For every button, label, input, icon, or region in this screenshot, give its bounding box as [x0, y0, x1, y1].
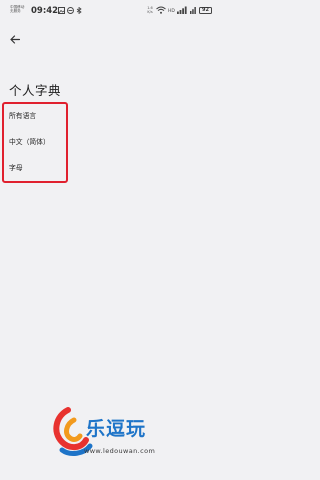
watermark-url: www.ledouwan.com: [84, 447, 156, 455]
back-arrow-icon: [10, 34, 20, 44]
svg-text:HD: HD: [168, 8, 175, 14]
hd-icon: HD: [168, 8, 175, 14]
carrier-status: 无服务: [10, 9, 21, 14]
page-title: 个人字典: [9, 83, 62, 98]
network-speed: 1.6 K/s: [146, 6, 154, 14]
status-time: 09:42: [31, 6, 59, 16]
speed-unit: K/s: [147, 10, 153, 14]
image-icon: [58, 7, 65, 14]
battery-icon: 92: [199, 6, 212, 14]
signal-icon: [177, 6, 187, 14]
carrier-info: 中国移动 无服务: [10, 5, 24, 14]
notification-icons: [58, 7, 82, 14]
dnd-icon: [67, 7, 74, 14]
watermark-brand: 乐逗玩: [86, 418, 147, 440]
signal-2-icon: [190, 7, 196, 14]
status-bar: 中国移动 无服务 09:42 1.6 K/s HD 92: [0, 0, 221, 22]
back-button[interactable]: [6, 30, 24, 48]
bluetooth-icon: [76, 7, 82, 14]
wifi-icon: [156, 6, 166, 14]
system-icons: 1.6 K/s HD 92: [146, 6, 212, 14]
highlight-annotation: [2, 102, 68, 183]
